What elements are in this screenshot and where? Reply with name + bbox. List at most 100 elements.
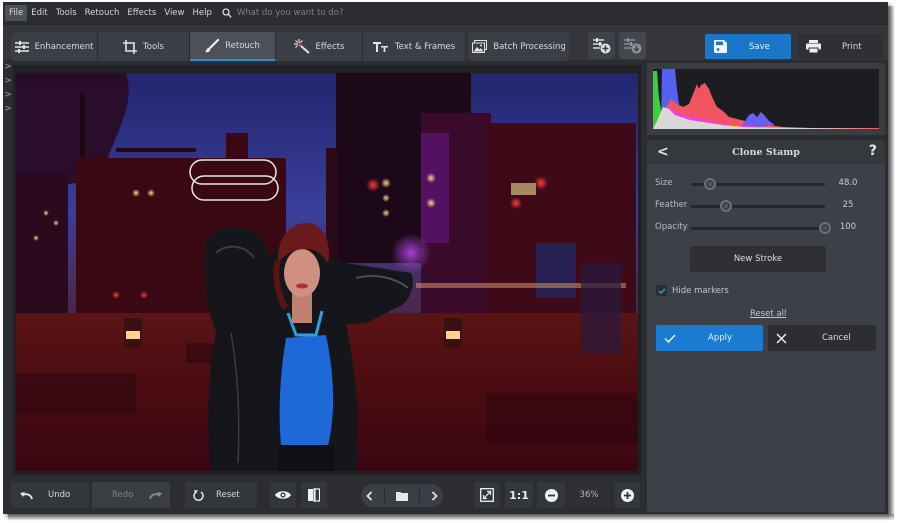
tab-tools[interactable]: Tools — [98, 32, 190, 61]
download-preset-button[interactable] — [619, 32, 646, 59]
sliders-plus-icon — [592, 37, 610, 53]
sliders-download-icon — [623, 37, 641, 53]
new-stroke-button[interactable]: New Stroke — [690, 246, 826, 272]
reset-label: Reset — [216, 490, 240, 500]
main-toolbar: Enhancement Tools Retouch Effects Text &… — [3, 24, 888, 61]
menu-retouch[interactable]: Retouch — [81, 5, 124, 21]
menu-effects[interactable]: Effects — [123, 5, 160, 21]
reset-all-link[interactable]: Reset all — [750, 309, 786, 319]
cancel-label: Cancel — [822, 333, 851, 343]
opacity-slider-handle[interactable] — [819, 222, 831, 234]
folder-icon[interactable] — [395, 491, 408, 501]
tab-label: Tools — [143, 41, 164, 52]
previous-image-icon[interactable] — [366, 490, 373, 501]
search-icon — [222, 8, 232, 18]
batch-processing-button[interactable]: Batch Processing — [469, 32, 569, 61]
before-after-icon — [308, 488, 320, 502]
eye-icon — [275, 491, 291, 499]
apply-button[interactable]: Apply — [656, 325, 763, 351]
sliders-icon — [14, 40, 29, 53]
tab-label: Enhancement — [34, 41, 94, 52]
tab-label: Text & Frames — [394, 41, 456, 52]
redo-label: Redo — [112, 490, 134, 500]
zoom-in-button[interactable] — [614, 482, 640, 508]
tab-enhancement[interactable]: Enhancement — [11, 32, 98, 61]
search-input[interactable] — [236, 8, 437, 18]
menu-help[interactable]: Help — [188, 5, 215, 21]
feather-slider-track[interactable] — [691, 205, 825, 208]
clone-stamp-markers[interactable] — [188, 159, 282, 203]
fit-screen-icon — [480, 488, 494, 502]
photo[interactable] — [16, 73, 638, 471]
bottom-toolbar: Undo Redo Reset 1:1 36% — [3, 475, 643, 514]
feather-value: 25 — [842, 200, 854, 210]
undo-button[interactable]: Undo — [11, 482, 89, 508]
tab-bar: Enhancement Tools Retouch Effects Text &… — [11, 32, 466, 61]
feather-slider-row: Feather 25 — [647, 198, 885, 214]
expand-chevron-icon[interactable]: > — [3, 102, 13, 116]
floppy-disk-icon — [714, 40, 727, 53]
opacity-slider-row: Opacity 100 — [647, 220, 885, 236]
tab-label: Effects — [315, 41, 345, 52]
undo-label: Undo — [48, 490, 71, 500]
print-button[interactable]: Print — [798, 34, 883, 59]
menu-view[interactable]: View — [160, 5, 188, 21]
opacity-label: Opacity — [655, 222, 688, 232]
batch-processing-label: Batch Processing — [493, 41, 566, 52]
fit-to-screen-button[interactable] — [474, 482, 500, 508]
help-button[interactable]: ? — [869, 143, 877, 159]
right-panel: < Clone Stamp ? Size 48.0 Feather 25 Opa… — [643, 60, 888, 514]
save-button[interactable]: Save — [705, 34, 791, 59]
tab-effects[interactable]: Effects — [276, 32, 363, 61]
tab-retouch[interactable]: Retouch — [190, 32, 276, 61]
tab-text-frames[interactable]: Text & Frames — [363, 32, 466, 61]
expand-chevron-icon[interactable]: > — [3, 60, 13, 74]
menu-edit[interactable]: Edit — [27, 5, 51, 21]
actual-size-button[interactable]: 1:1 — [505, 482, 533, 508]
save-label: Save — [749, 41, 770, 52]
window-shadow-bottom — [8, 514, 894, 520]
menu-file[interactable]: File — [5, 5, 28, 21]
compare-button[interactable] — [301, 482, 327, 508]
app-window: File Edit Tools Retouch Effects View Hel… — [3, 2, 888, 514]
text-icon — [372, 41, 388, 52]
plus-circle-icon — [620, 488, 634, 502]
expand-chevron-icon[interactable]: > — [3, 88, 13, 102]
command-search — [222, 8, 437, 18]
images-icon — [472, 40, 488, 53]
collapsed-side-panel: > > > > — [3, 60, 13, 470]
magic-wand-icon — [293, 39, 310, 54]
tool-header: < Clone Stamp ? — [647, 140, 885, 164]
back-button[interactable]: < — [657, 144, 669, 160]
hide-markers-checkbox[interactable] — [656, 285, 667, 296]
redo-button[interactable]: Redo — [92, 482, 170, 508]
opacity-slider-track[interactable] — [691, 227, 825, 230]
menu-bar: File Edit Tools Retouch Effects View Hel… — [3, 2, 888, 24]
image-navigation — [361, 484, 443, 507]
zoom-out-button[interactable] — [537, 482, 565, 508]
tab-label: Retouch — [225, 40, 260, 51]
next-image-icon[interactable] — [431, 490, 438, 501]
brush-icon — [205, 38, 220, 52]
size-slider-handle[interactable] — [703, 178, 716, 190]
histogram-panel — [647, 63, 885, 135]
expand-chevron-icon[interactable]: > — [3, 74, 13, 88]
undo-icon — [20, 491, 33, 499]
preview-button[interactable] — [270, 482, 296, 508]
size-label: Size — [655, 178, 673, 188]
feather-label: Feather — [655, 200, 688, 210]
image-canvas[interactable] — [13, 65, 641, 475]
tool-title: Clone Stamp — [732, 146, 800, 158]
menu-tools[interactable]: Tools — [52, 5, 81, 21]
redo-icon — [149, 491, 163, 499]
close-icon — [776, 332, 787, 344]
feather-slider-handle[interactable] — [719, 200, 732, 212]
zoom-level[interactable]: 36% — [568, 482, 610, 508]
hide-markers-option[interactable]: Hide markers — [656, 285, 729, 296]
cancel-button[interactable]: Cancel — [768, 325, 876, 351]
reset-button[interactable]: Reset — [185, 482, 257, 508]
reset-icon — [193, 490, 204, 501]
hide-markers-label: Hide markers — [672, 285, 729, 296]
photo-image — [16, 73, 638, 471]
add-preset-button[interactable] — [588, 32, 615, 59]
